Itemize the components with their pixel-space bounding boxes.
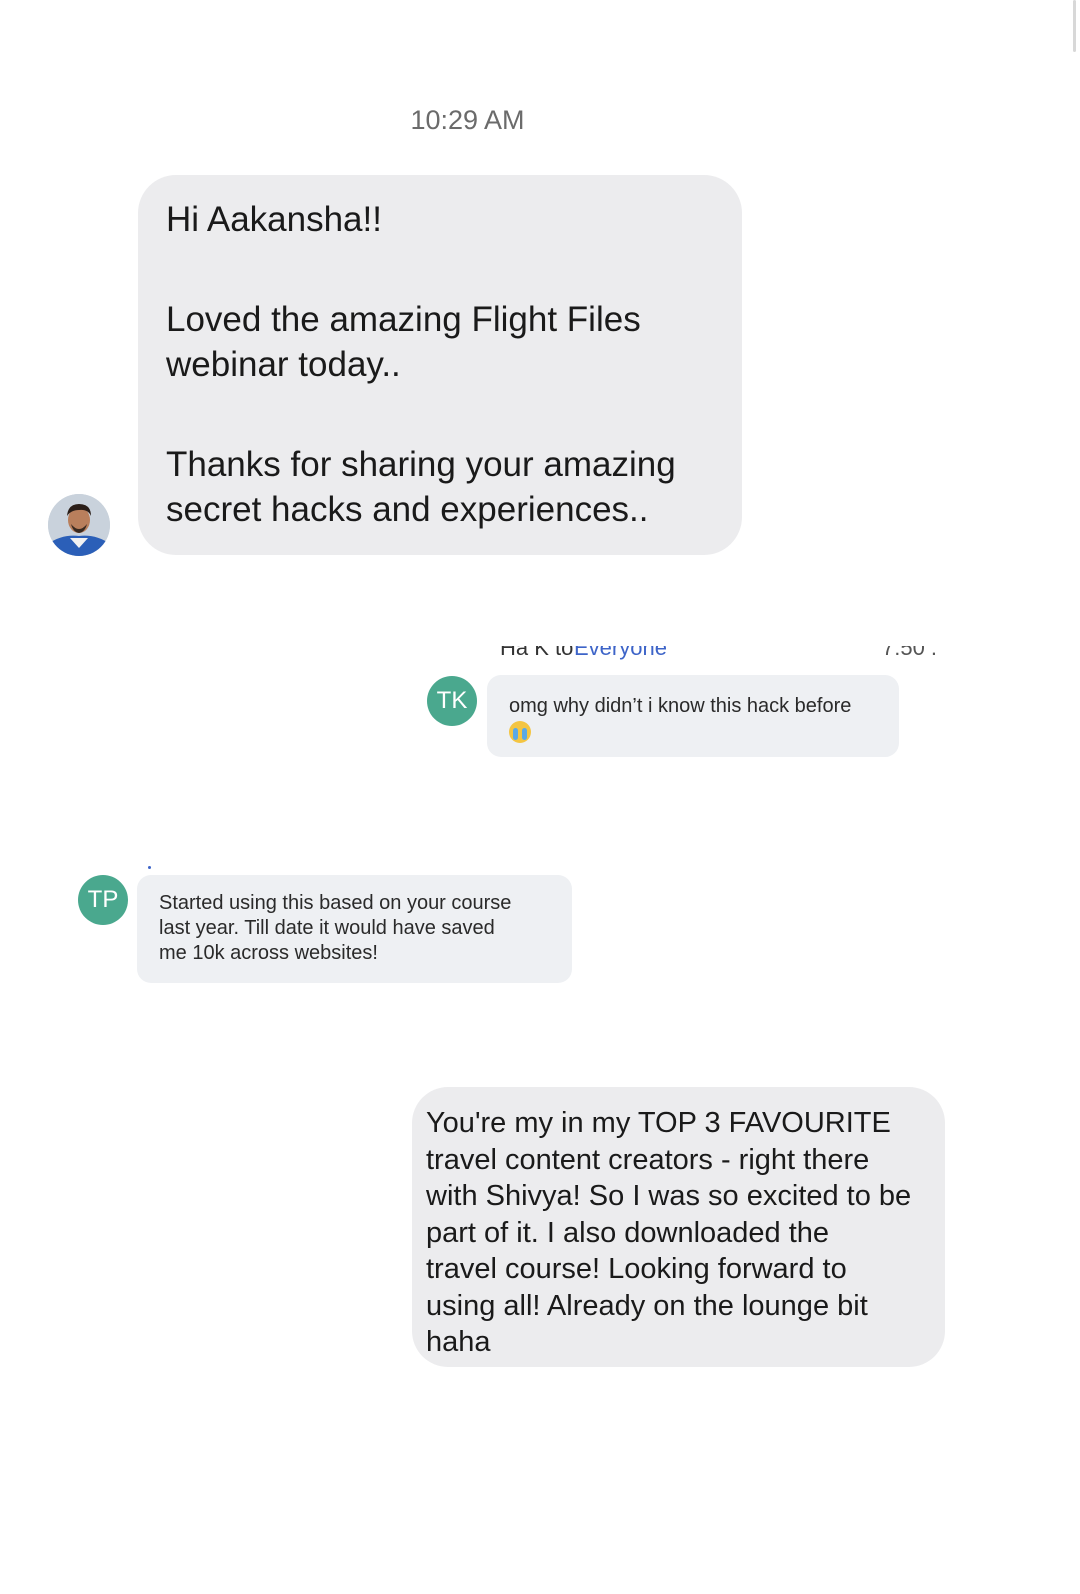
shared-message-line: last year. Till date it would have saved	[159, 917, 495, 939]
message-line: part of it. I also downloaded the	[426, 1216, 830, 1249]
shared-message-bubble: Started using this based on your course …	[137, 875, 572, 983]
message-line: travel content creators - right there	[426, 1143, 870, 1176]
header-time: 7:50 .	[882, 646, 938, 660]
shared-message-bubble: omg why didn’t i know this hack before	[487, 675, 899, 757]
sender-avatar[interactable]	[48, 494, 110, 556]
message-line: using all! Already on the lounge bit	[426, 1289, 868, 1322]
shared-message-text: omg why didn’t i know this hack before	[509, 695, 852, 717]
message-line: haha	[426, 1326, 491, 1358]
shared-screenshot-header: Ha K to Everyone 7:50 .	[500, 646, 940, 668]
dot-marker	[148, 866, 151, 869]
message-timestamp: 10:29 AM	[410, 105, 525, 135]
message-line: secret hacks and experiences..	[166, 490, 649, 529]
message-line: webinar today..	[166, 345, 401, 384]
incoming-message-bubble[interactable]: Hi Aakansha!! Loved the amazing Flight F…	[138, 175, 742, 555]
initials-avatar-tp: TP	[78, 875, 128, 925]
message-line: You're my in my TOP 3 FAVOURITE	[426, 1107, 891, 1139]
message-line: Thanks for sharing your amazing	[166, 445, 676, 484]
message-line: Hi Aakansha!!	[166, 200, 382, 239]
shared-message-line: Started using this based on your course	[159, 892, 512, 914]
initials-avatar-tk: TK	[427, 676, 477, 726]
message-line: Loved the amazing Flight Files	[166, 300, 641, 339]
reply-message-bubble[interactable]: You're my in my TOP 3 FAVOURITE travel c…	[412, 1087, 945, 1367]
scroll-edge-indicator	[1073, 0, 1076, 52]
message-line: travel course! Looking forward to	[426, 1253, 847, 1285]
header-to: Everyone	[574, 646, 667, 660]
shared-message-line: me 10k across websites!	[159, 942, 378, 964]
header-from: Ha K to	[500, 646, 574, 660]
message-line: with Shivya! So I was so excited to be	[426, 1180, 912, 1212]
person-photo-avatar-icon	[48, 494, 110, 556]
chat-screen: 10:29 AM Hi Aakansha!! Loved the amazing…	[0, 0, 1080, 1594]
crying-face-icon	[509, 721, 531, 743]
